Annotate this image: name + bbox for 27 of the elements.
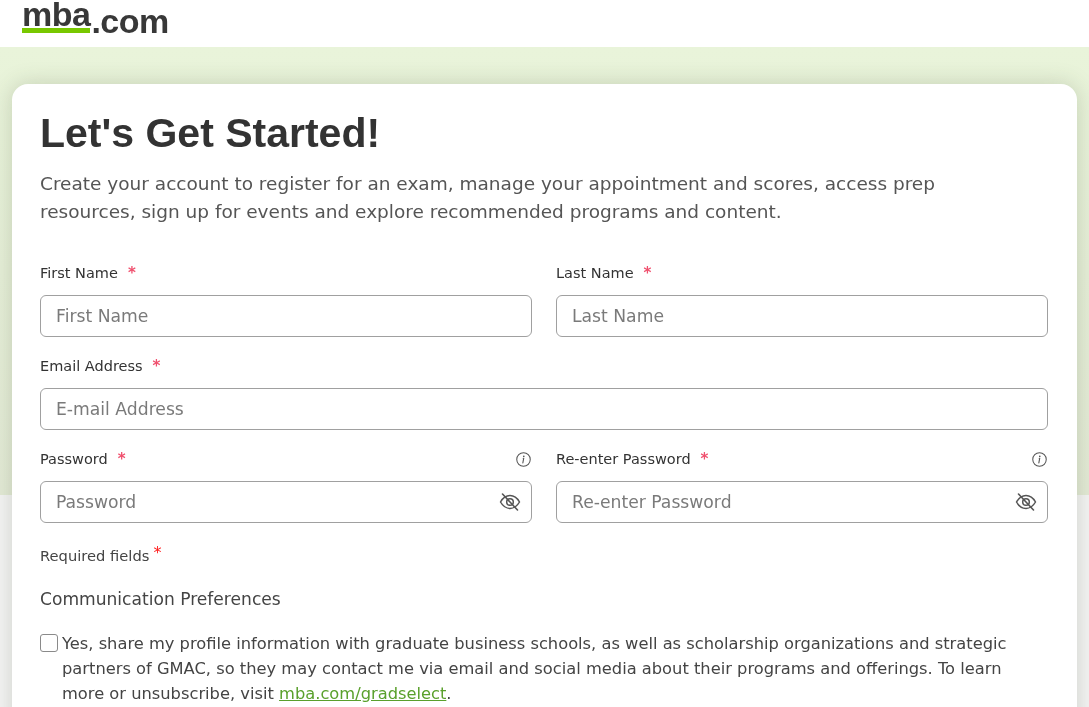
field-label: Email Address	[40, 358, 143, 374]
field-label: First Name	[40, 265, 118, 281]
info-icon[interactable]	[516, 451, 531, 467]
info-icon[interactable]	[1032, 451, 1047, 467]
input-field[interactable]: E-mail Address	[40, 388, 1048, 430]
field-label: Re-enter Password	[556, 451, 691, 467]
required-mark: *	[127, 263, 136, 283]
page-title: Let's Get Started!	[40, 109, 382, 158]
eye-slash-icon[interactable]	[1015, 493, 1037, 511]
input-field[interactable]: Last Name	[556, 295, 1048, 337]
password-field[interactable]: Password	[40, 481, 532, 523]
field-label: Last Name	[556, 265, 634, 281]
field-label: Password	[40, 451, 108, 467]
required-mark: *	[152, 356, 161, 376]
required-mark: *	[153, 545, 162, 561]
intro-text: Create your account to register for an exam, manage your appointment and scores, access prep resources, sign up for events and explore recommended programs and content.	[40, 172, 936, 224]
eye-slash-icon[interactable]	[499, 493, 521, 511]
password-field[interactable]: Re-enter Password	[556, 481, 1048, 523]
consent-text: Yes, share my profile information with graduate business schools, as well as scholarship organizations and strategic partners of GMAC, so they may contact me via email and social media about their programs and offerings. To learn more or unsubscribe, visit mba.com/gradselect.	[62, 633, 1008, 705]
required-mark: *	[117, 449, 126, 469]
required-mark: *	[700, 449, 709, 469]
checkbox[interactable]	[40, 634, 58, 652]
site-logo[interactable]: mba.com	[22, 0, 169, 33]
required-fields-note: Required fields	[40, 546, 150, 566]
input-field[interactable]: First Name	[40, 295, 532, 337]
section-heading: Communication Preferences	[40, 588, 282, 611]
required-mark: *	[643, 263, 652, 283]
